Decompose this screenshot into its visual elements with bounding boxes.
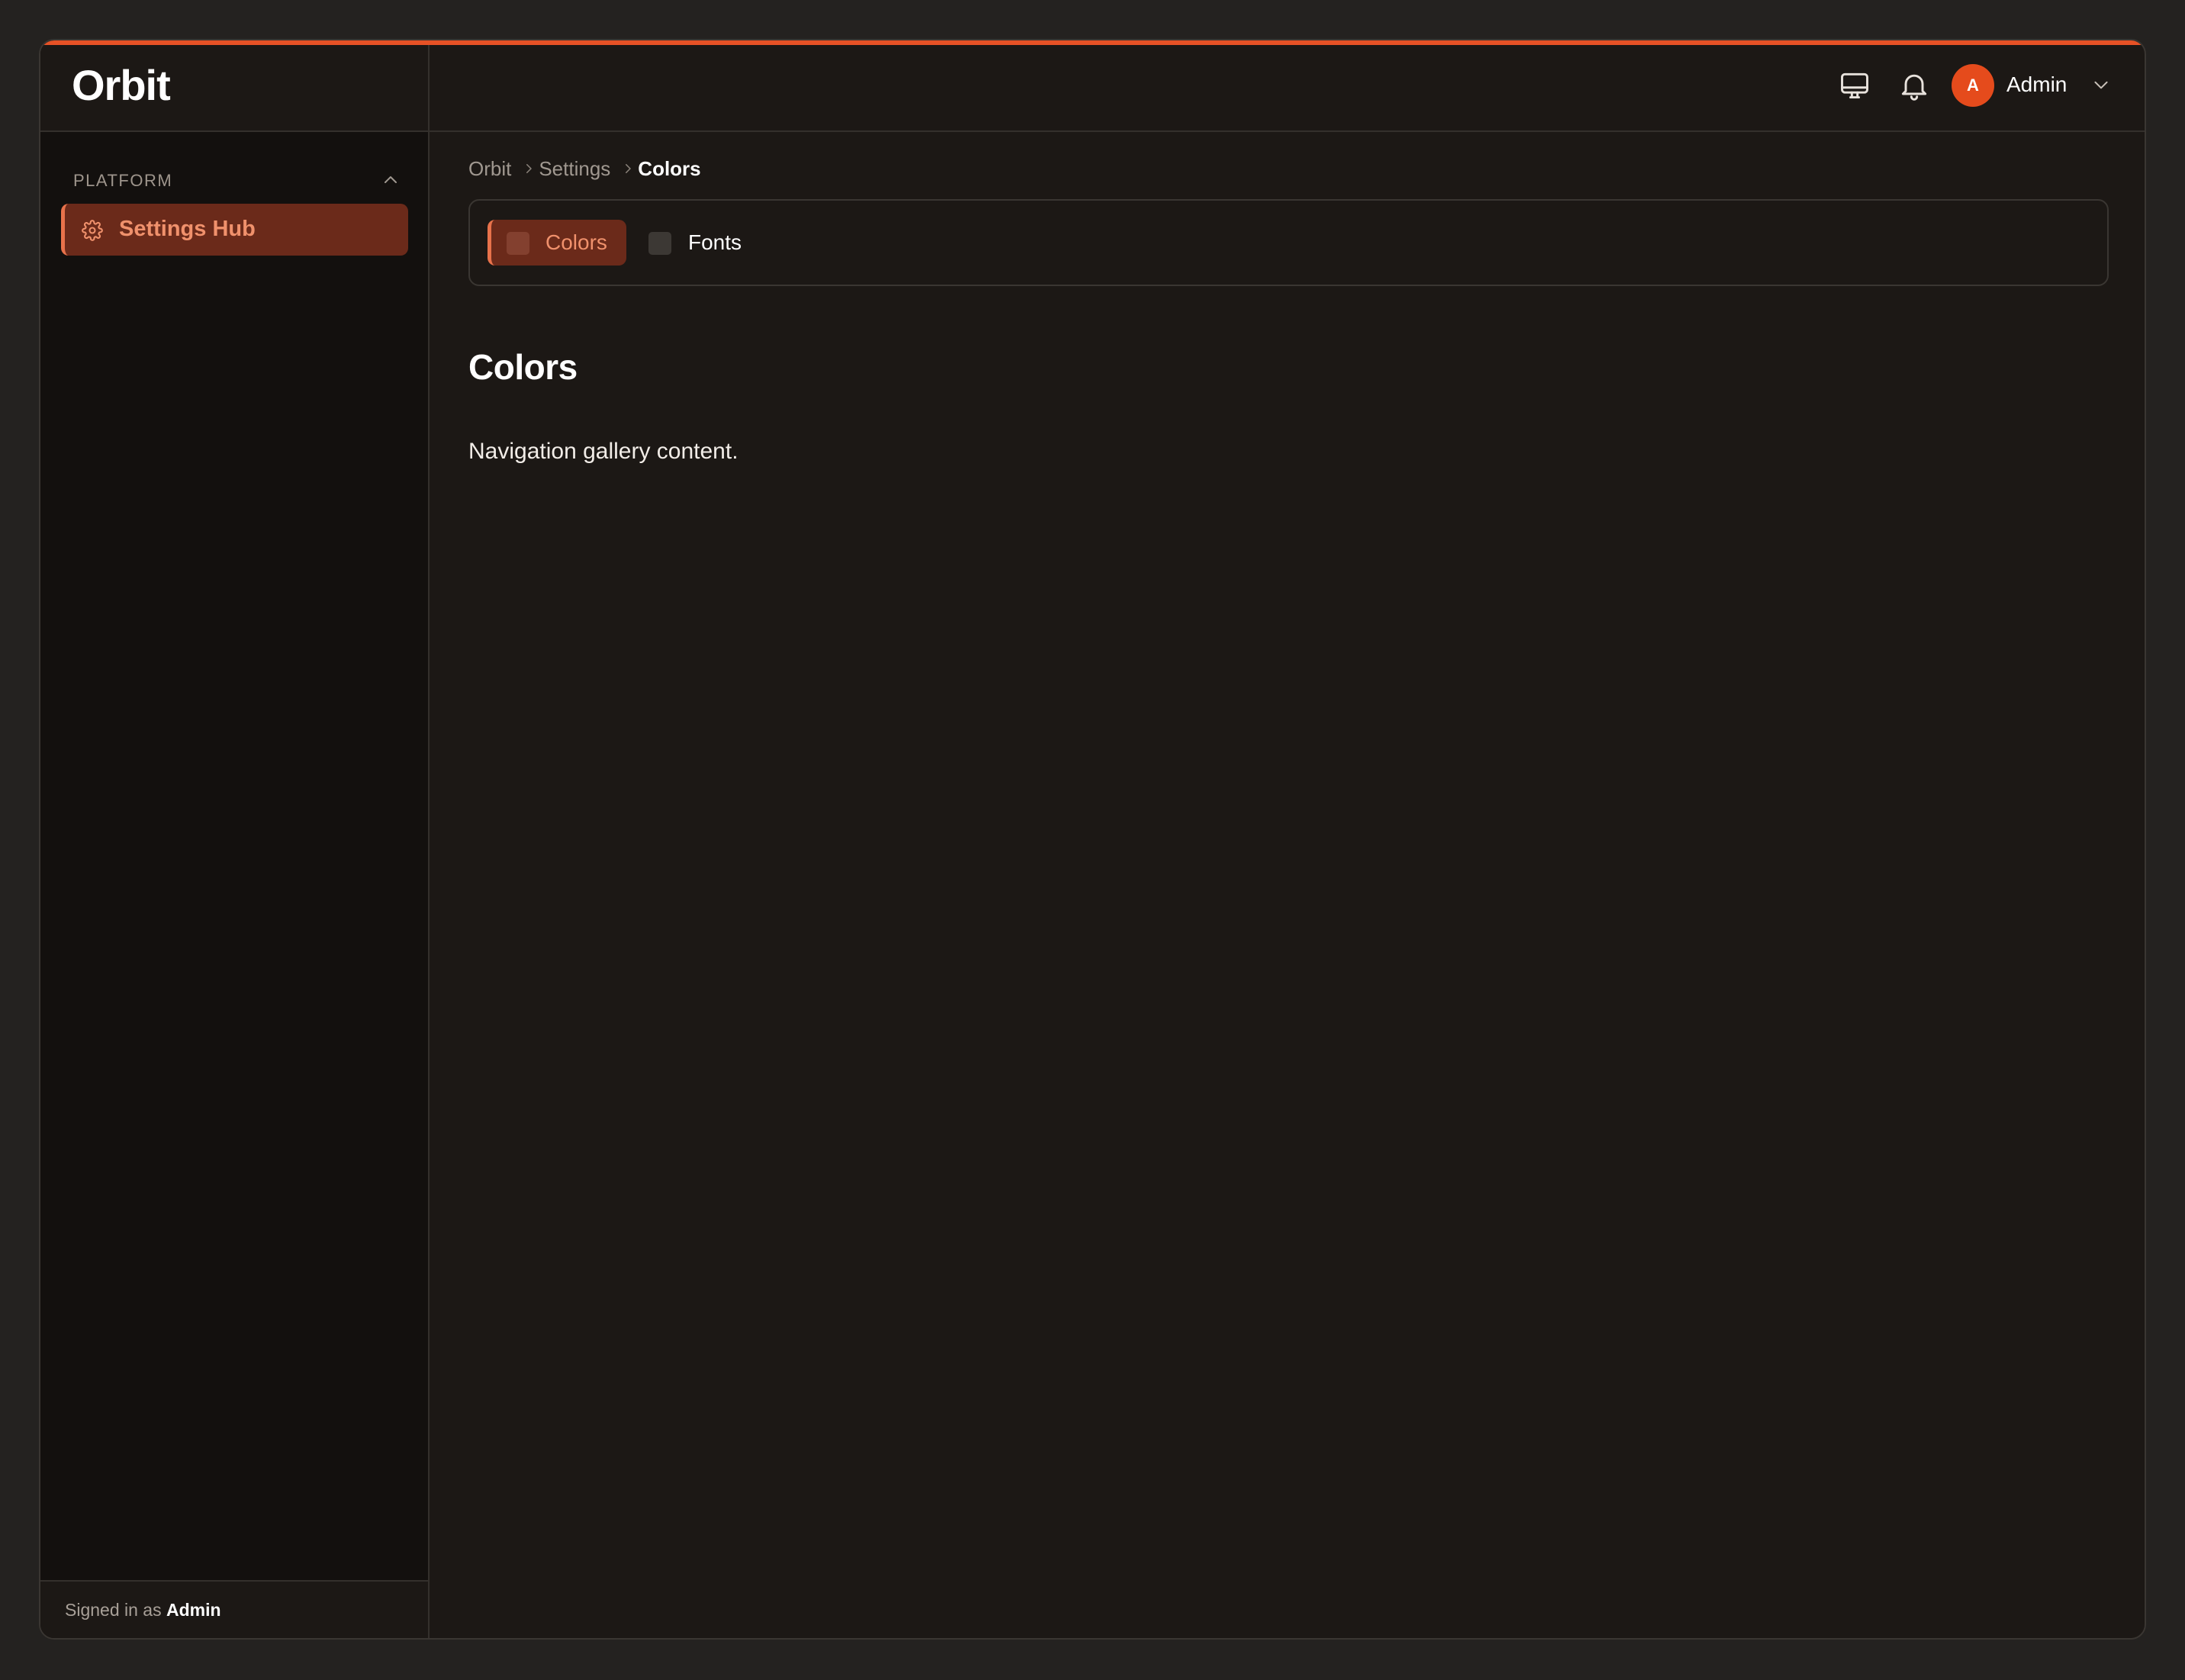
breadcrumb-item-current: Colors bbox=[638, 156, 701, 180]
chevron-right-icon bbox=[626, 164, 632, 173]
color-swatch-icon bbox=[507, 232, 529, 255]
signed-in-status: Signed in as Admin bbox=[65, 1600, 221, 1620]
breadcrumb-item-settings[interactable]: Settings bbox=[539, 157, 610, 181]
tab-label: Fonts bbox=[688, 230, 742, 254]
gear-icon bbox=[82, 220, 103, 241]
sidebar-footer: Signed in as Admin bbox=[40, 1580, 428, 1638]
top-header bbox=[430, 40, 2145, 132]
app-window: Orbit PLATFORM Settings Hub Signed in as… bbox=[39, 39, 2146, 1640]
breadcrumb: Orbit Settings Colors bbox=[468, 153, 701, 184]
tab-label: Colors bbox=[545, 230, 607, 254]
page-title: Colors bbox=[468, 347, 578, 387]
color-swatch-icon bbox=[648, 232, 671, 255]
tab-colors[interactable]: Colors bbox=[488, 220, 626, 266]
monitor-icon[interactable] bbox=[1838, 69, 1871, 102]
sidebar-section-platform[interactable]: PLATFORM bbox=[73, 166, 400, 194]
top-accent-bar bbox=[40, 40, 2145, 45]
signed-in-prefix: Signed in as bbox=[65, 1600, 162, 1620]
tab-bar: Colors Fonts bbox=[468, 199, 2109, 286]
chevron-right-icon bbox=[526, 164, 533, 173]
breadcrumb-item-orbit[interactable]: Orbit bbox=[468, 157, 511, 181]
brand-area: Orbit bbox=[40, 40, 428, 132]
sidebar-item-settings-hub[interactable]: Settings Hub bbox=[61, 204, 408, 256]
user-menu-name[interactable]: Admin bbox=[2006, 72, 2067, 97]
chevron-down-icon[interactable] bbox=[2091, 75, 2111, 95]
sidebar-section-label: PLATFORM bbox=[73, 171, 173, 190]
sidebar-item-label: Settings Hub bbox=[119, 217, 256, 241]
brand-logo[interactable]: Orbit bbox=[72, 60, 171, 110]
chevron-up-icon[interactable] bbox=[381, 171, 400, 189]
page-body-text: Navigation gallery content. bbox=[468, 439, 739, 464]
sidebar: Orbit PLATFORM Settings Hub Signed in as… bbox=[40, 40, 430, 1638]
signed-in-user: Admin bbox=[166, 1600, 221, 1620]
bell-icon[interactable] bbox=[1897, 69, 1931, 102]
avatar[interactable]: A bbox=[1952, 64, 1994, 107]
tab-fonts[interactable]: Fonts bbox=[638, 220, 752, 266]
